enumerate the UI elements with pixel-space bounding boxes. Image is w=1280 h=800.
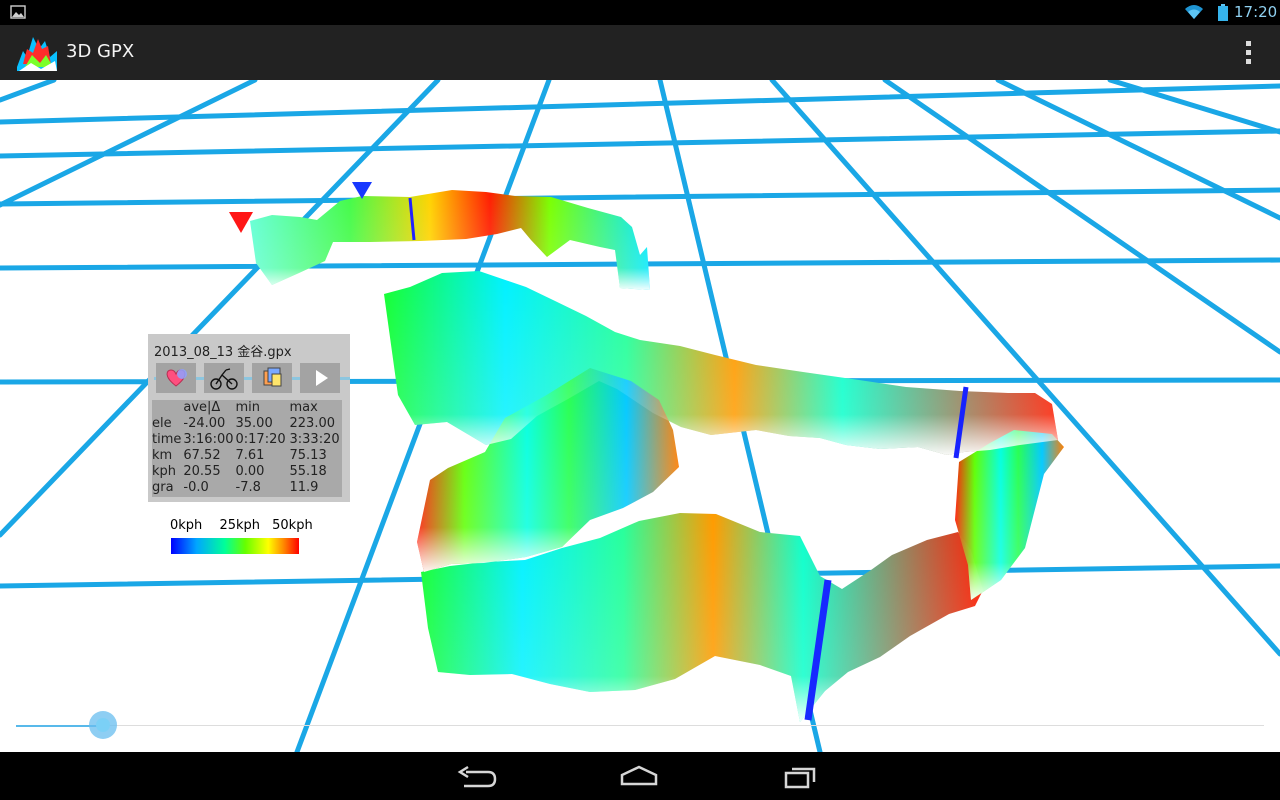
battery-icon xyxy=(1218,4,1228,21)
stats-row-elevation: ele -24.00 35.00 223.00 xyxy=(152,416,342,432)
stats-value: -24.00 xyxy=(183,416,226,431)
layers-button[interactable] xyxy=(252,363,292,393)
speed-legend: 0kph 25kph 50kph xyxy=(170,514,313,558)
stats-value: 75.13 xyxy=(289,448,327,463)
gallery-icon xyxy=(10,5,26,19)
stats-value: 20.55 xyxy=(183,464,221,479)
stats-label: kph xyxy=(152,464,177,479)
stats-value: 3:16:00 xyxy=(183,432,234,447)
status-bar: 17:20 xyxy=(0,0,1280,25)
stats-label: gra xyxy=(152,480,174,495)
stats-label: time xyxy=(152,432,182,447)
cycling-button[interactable] xyxy=(204,363,244,393)
stats-row-distance: km 67.52 7.61 75.13 xyxy=(152,448,342,464)
legend-label-50: 50kph xyxy=(272,518,313,533)
home-icon[interactable] xyxy=(612,760,666,794)
stats-table: ave|Δ min max ele -24.00 35.00 223.00 ti… xyxy=(152,400,342,497)
stats-value: 0.00 xyxy=(235,464,265,479)
heart-icon xyxy=(166,369,187,387)
stats-value: 67.52 xyxy=(183,448,221,463)
play-button[interactable] xyxy=(300,363,340,393)
stats-row-time: time 3:16:00 0:17:20 3:33:20 xyxy=(152,432,342,448)
bike-icon xyxy=(210,368,238,390)
stats-value: 7.61 xyxy=(235,448,265,463)
stats-value: 0:17:20 xyxy=(235,432,286,447)
legend-label-25: 25kph xyxy=(219,518,260,533)
stats-value: -0.0 xyxy=(183,480,209,495)
play-icon xyxy=(316,370,328,386)
stats-label: ele xyxy=(152,416,172,431)
stats-header-empty xyxy=(152,400,183,416)
speed-legend-labels: 0kph 25kph 50kph xyxy=(170,518,313,533)
stats-value: 11.9 xyxy=(289,480,319,495)
heart-rate-button[interactable] xyxy=(156,363,196,393)
stats-value: 223.00 xyxy=(289,416,336,431)
stats-value: 55.18 xyxy=(289,464,327,479)
stats-row-gradient: gra -0.0 -7.8 11.9 xyxy=(152,480,342,496)
track-toolbar xyxy=(154,363,350,393)
app-title: 3D GPX xyxy=(66,41,135,62)
app-logo-icon[interactable] xyxy=(15,31,59,75)
overflow-menu-icon[interactable] xyxy=(1236,37,1260,69)
action-bar: 3D GPX xyxy=(0,25,1280,80)
track-info-panel: 2013_08_13 金谷.gpx ave|Δ min max ele -24.… xyxy=(148,334,350,502)
back-icon[interactable] xyxy=(450,760,504,794)
speed-color-scale xyxy=(171,538,299,554)
stats-header-max: max xyxy=(289,400,318,415)
legend-label-0: 0kph xyxy=(170,518,203,533)
recents-icon[interactable] xyxy=(772,760,826,794)
stats-value: -7.8 xyxy=(235,480,261,495)
seekbar-track xyxy=(16,725,1264,726)
stats-value: 3:33:20 xyxy=(289,432,340,447)
stats-value: 35.00 xyxy=(235,416,273,431)
stats-header-min: min xyxy=(235,400,261,415)
wifi-icon xyxy=(1185,5,1203,19)
stats-header-row: ave|Δ min max xyxy=(152,400,342,416)
status-time: 17:20 xyxy=(1234,3,1278,21)
playback-seekbar[interactable] xyxy=(16,711,1264,739)
gpx-file-name: 2013_08_13 金谷.gpx xyxy=(154,345,292,360)
stats-row-speed: kph 20.55 0.00 55.18 xyxy=(152,464,342,480)
stats-header-average: ave|Δ xyxy=(183,400,221,415)
start-marker-icon xyxy=(229,212,253,233)
layers-icon xyxy=(263,367,282,387)
android-navigation-bar xyxy=(0,752,1280,800)
stats-label: km xyxy=(152,448,173,463)
